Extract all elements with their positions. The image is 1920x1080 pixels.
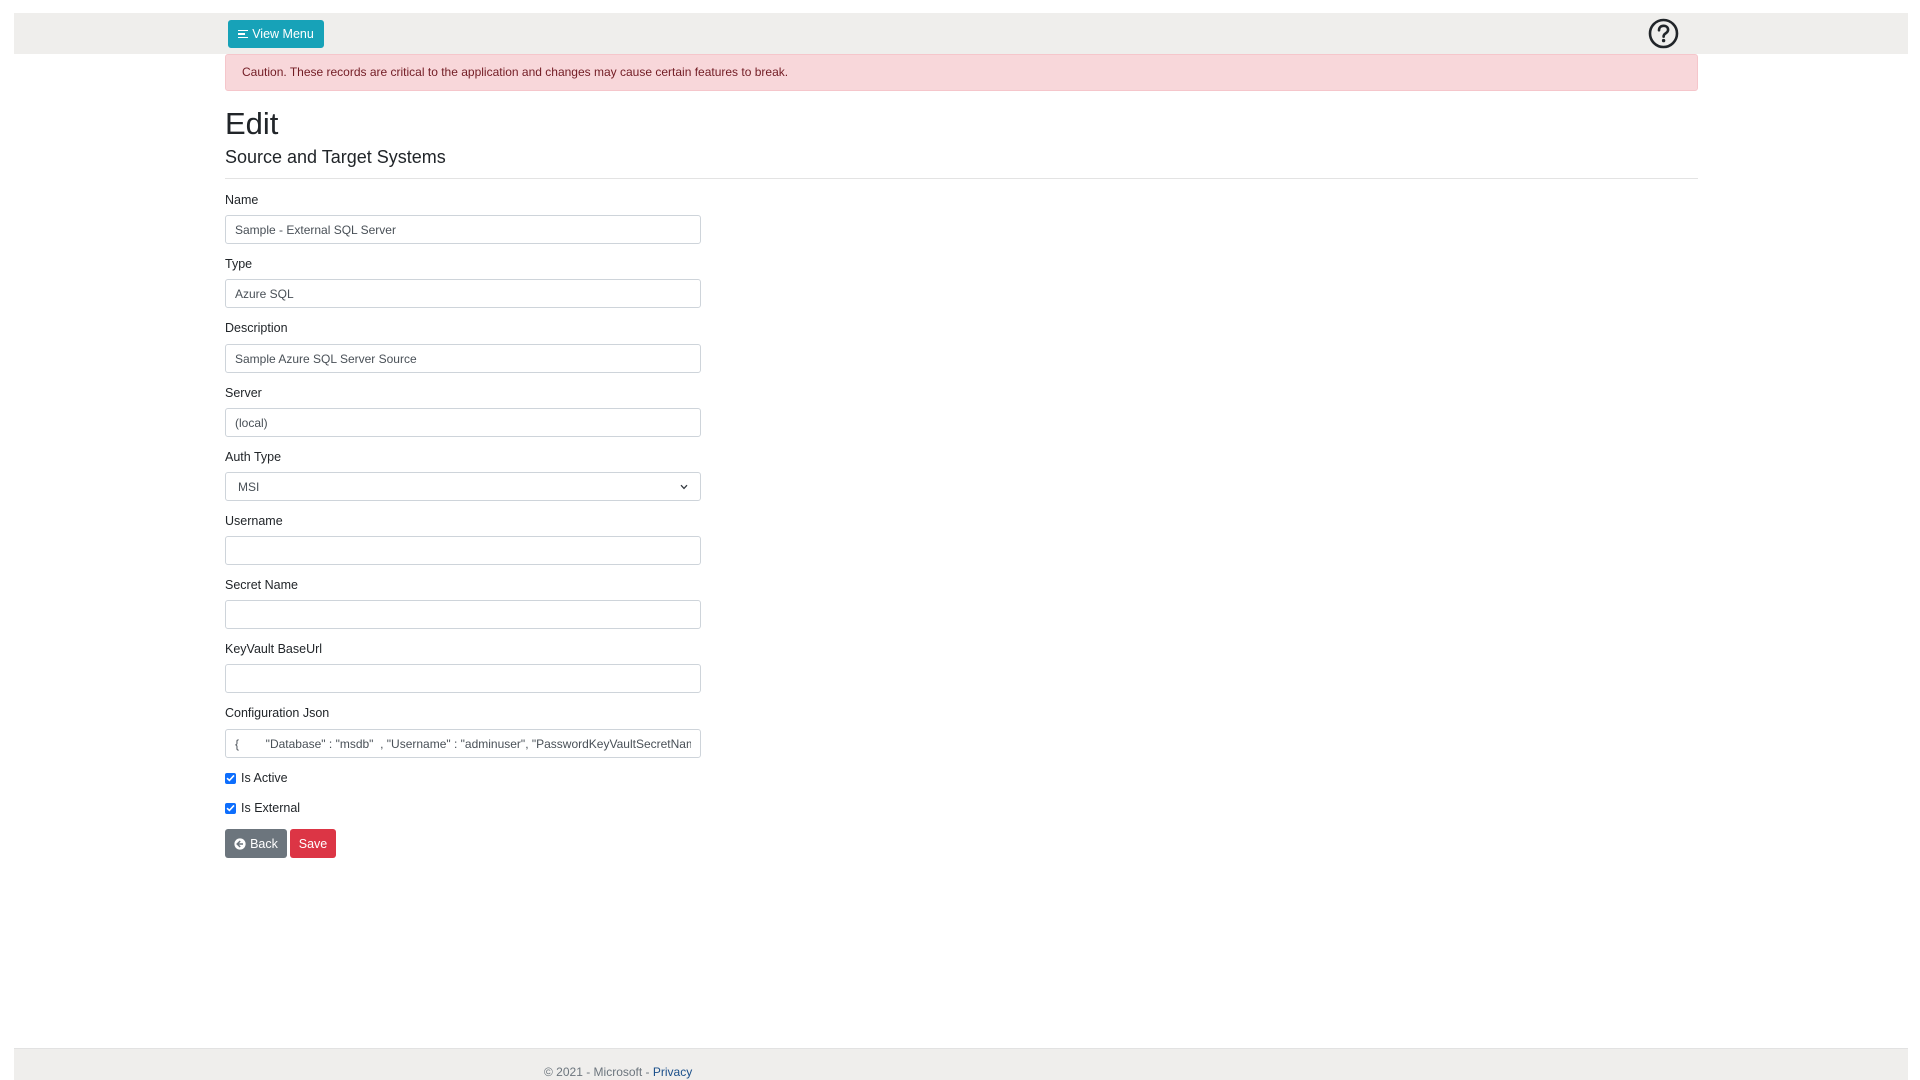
keyvault-baseurl-label: KeyVault BaseUrl [225, 642, 323, 656]
checkmark-icon [226, 774, 235, 782]
server-label: Server [225, 386, 262, 400]
save-label: Save [298, 836, 328, 851]
privacy-link[interactable]: Privacy [653, 1065, 692, 1079]
is-external-label: Is External [241, 801, 301, 815]
checkmark-icon [226, 804, 235, 812]
back-label: Back [250, 836, 278, 851]
secret-name-label: Secret Name [225, 578, 298, 592]
username-label: Username [225, 514, 283, 528]
is-active-label: Is Active [241, 771, 288, 785]
page-title: Edit [225, 106, 279, 141]
auth-type-select[interactable]: MSI [225, 472, 701, 501]
footer-copyright: © 2021 - Microsoft - [544, 1065, 653, 1079]
menu-icon [238, 29, 249, 39]
configuration-json-input[interactable] [225, 729, 701, 758]
is-active-row: Is Active [225, 771, 288, 785]
chevron-down-icon [680, 484, 688, 489]
arrow-circle-left-icon [234, 837, 246, 850]
keyvault-baseurl-input[interactable] [225, 664, 701, 693]
view-menu-button[interactable]: View Menu [228, 20, 324, 48]
save-button[interactable]: Save [290, 829, 336, 858]
configuration-json-label: Configuration Json [225, 706, 330, 720]
description-label: Description [225, 321, 288, 335]
auth-type-value: MSI [238, 479, 260, 494]
view-menu-label: View Menu [252, 27, 314, 41]
server-input[interactable] [225, 408, 701, 437]
footer [14, 1048, 1908, 1080]
page-subtitle: Source and Target Systems [225, 147, 446, 167]
help-circle-icon[interactable] [1648, 18, 1679, 49]
is-active-checkbox[interactable] [225, 772, 236, 784]
auth-type-label: Auth Type [225, 450, 282, 464]
caution-alert: Caution. These records are critical to t… [225, 54, 1698, 91]
description-input[interactable] [225, 344, 701, 373]
is-external-checkbox[interactable] [225, 802, 236, 814]
caution-alert-text: Caution. These records are critical to t… [242, 65, 789, 79]
header-divider [225, 178, 1698, 179]
is-external-row: Is External [225, 801, 300, 815]
type-label: Type [225, 257, 253, 271]
type-input[interactable] [225, 279, 701, 308]
footer-text: © 2021 - Microsoft - Privacy [544, 1065, 692, 1079]
back-button[interactable]: Back [225, 829, 287, 858]
username-input[interactable] [225, 536, 701, 565]
name-label: Name [225, 193, 259, 207]
secret-name-input[interactable] [225, 600, 701, 629]
name-input[interactable] [225, 215, 701, 244]
